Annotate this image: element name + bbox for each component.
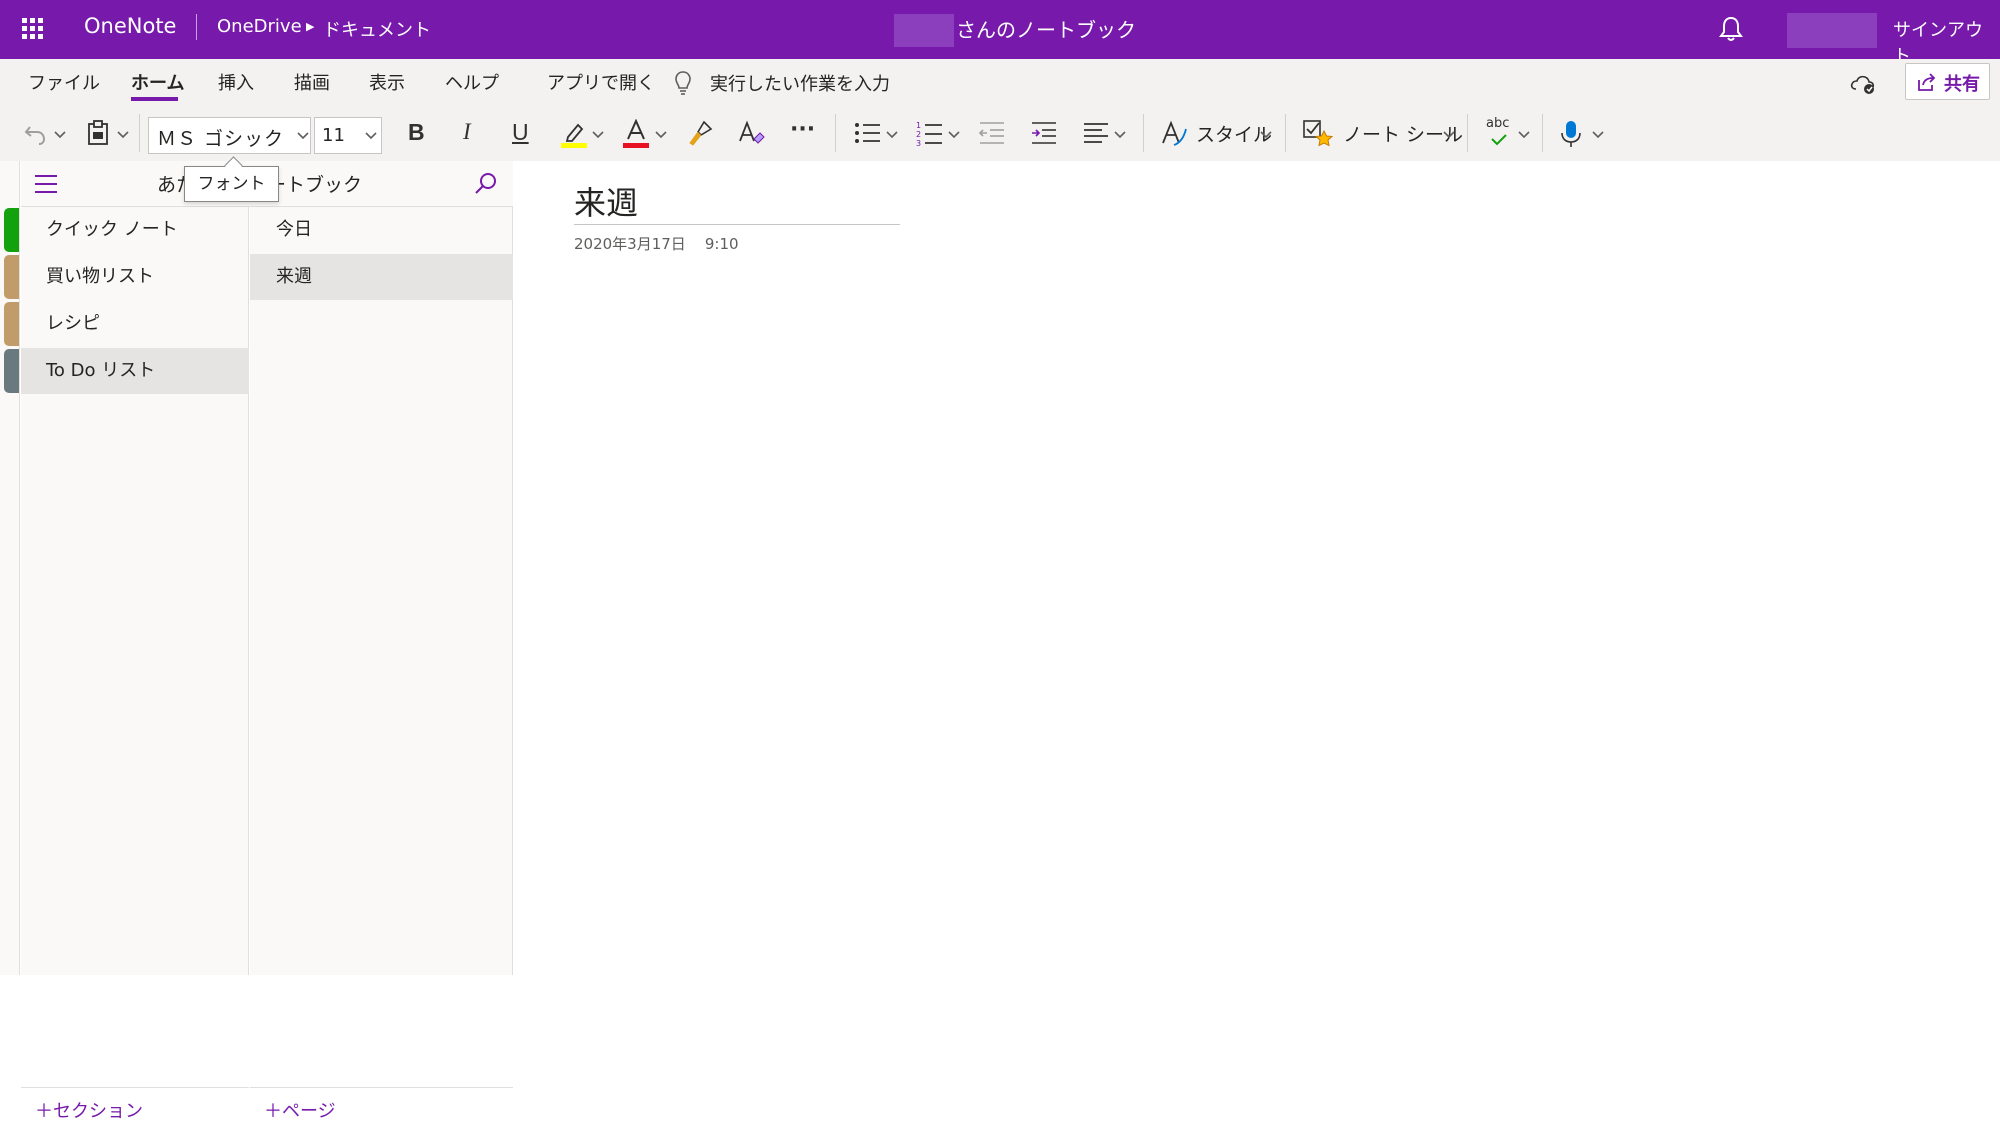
divider: [1285, 114, 1286, 152]
pages-pane: 今日 来週 ＋ページ: [250, 161, 513, 1122]
chevron-down-icon[interactable]: [1114, 131, 1126, 139]
section-color-strip: [0, 161, 20, 975]
bell-icon[interactable]: [1716, 14, 1746, 44]
waffle-icon[interactable]: [22, 18, 44, 40]
spelling-check-icon: [1491, 134, 1507, 146]
page-time: 9:10: [704, 235, 739, 253]
chevron-down-icon: [297, 132, 309, 140]
divider: [139, 114, 140, 152]
tab-file[interactable]: ファイル: [28, 69, 100, 95]
add-section-button[interactable]: ＋セクション: [21, 1087, 249, 1136]
active-tab-indicator: [131, 97, 178, 101]
tell-me-search[interactable]: 実行したい作業を入力: [710, 70, 890, 96]
svg-text:2: 2: [916, 130, 921, 139]
font-tooltip: フォント: [184, 166, 279, 202]
svg-text:3: 3: [916, 139, 921, 147]
chevron-down-icon[interactable]: [948, 131, 960, 139]
font-color-icon[interactable]: [622, 119, 650, 149]
share-button[interactable]: 共有: [1905, 63, 1990, 100]
page-item-today[interactable]: 今日: [250, 207, 513, 253]
tag-icon[interactable]: [1302, 117, 1334, 149]
clear-format-icon[interactable]: [736, 119, 766, 147]
section-color-tab[interactable]: [4, 349, 19, 393]
sync-icon[interactable]: [1849, 69, 1877, 97]
font-name-select[interactable]: ＭＳ ゴシック: [148, 117, 311, 154]
font-size-select[interactable]: 11: [314, 117, 382, 154]
format-painter-icon[interactable]: [686, 119, 714, 147]
divider: [835, 114, 836, 152]
hamburger-icon[interactable]: [35, 175, 57, 193]
style-icon[interactable]: [1160, 119, 1188, 147]
bullets-icon[interactable]: [854, 121, 882, 145]
share-label: 共有: [1944, 74, 1980, 95]
section-item-quick-notes[interactable]: クイック ノート: [21, 207, 249, 253]
top-bar: OneNote OneDrive ▶ ドキュメント さんのノートブック サインア…: [0, 0, 2000, 67]
spelling-icon[interactable]: abc: [1486, 116, 1509, 131]
dictate-icon[interactable]: [1560, 119, 1582, 149]
page-datetime: 2020年3月17日 9:10: [574, 233, 739, 254]
chevron-down-icon[interactable]: [54, 131, 66, 139]
section-color-tab[interactable]: [4, 255, 19, 299]
font-size-value: 11: [322, 125, 345, 146]
breadcrumb-onedrive[interactable]: OneDrive: [217, 16, 302, 37]
add-page-button[interactable]: ＋ページ: [250, 1087, 513, 1136]
page-title[interactable]: 来週: [574, 178, 638, 224]
tab-home[interactable]: ホーム: [131, 69, 184, 95]
numbering-icon[interactable]: 1 2 3: [916, 119, 944, 147]
title-underline: [574, 224, 900, 225]
chevron-down-icon[interactable]: [655, 131, 667, 139]
tab-insert[interactable]: 挿入: [218, 69, 254, 95]
tab-draw[interactable]: 描画: [294, 69, 330, 95]
outdent-icon[interactable]: [978, 121, 1006, 145]
chevron-down-icon: [365, 132, 377, 140]
redacted-user-name: [894, 14, 954, 47]
section-item-recipes[interactable]: レシピ: [21, 301, 249, 347]
ribbon: ファイル ホーム 挿入 描画 表示 ヘルプ アプリで開く 実行したい作業を入力 …: [0, 59, 2000, 161]
breadcrumb-caret-icon: ▶: [306, 20, 315, 33]
divider: [1143, 114, 1144, 152]
chevron-down-icon[interactable]: [592, 131, 604, 139]
underline-button[interactable]: U: [512, 119, 529, 146]
notebook-title: さんのノートブック: [956, 18, 1136, 42]
more-button[interactable]: ···: [790, 117, 815, 142]
tab-view[interactable]: 表示: [369, 69, 405, 95]
chevron-down-icon[interactable]: [886, 131, 898, 139]
chevron-down-icon[interactable]: [1592, 131, 1604, 139]
chevron-down-icon[interactable]: [117, 131, 129, 139]
undo-icon[interactable]: [22, 121, 48, 147]
redacted-account: [1787, 13, 1877, 48]
divider: [1542, 114, 1543, 152]
page-item-next-week[interactable]: 来週: [250, 254, 513, 300]
section-item-todo[interactable]: To Do リスト: [21, 348, 249, 394]
share-icon: [1918, 73, 1936, 91]
paste-icon[interactable]: [86, 119, 110, 147]
breadcrumb-documents[interactable]: ドキュメント: [323, 16, 431, 42]
notebook-name-suffix: ートブック: [267, 174, 363, 196]
indent-icon[interactable]: [1030, 121, 1058, 145]
search-icon[interactable]: [473, 171, 499, 197]
chevron-down-icon[interactable]: [1260, 131, 1272, 139]
sections-pane: クイック ノート 買い物リスト レシピ To Do リスト ＋セクション: [21, 161, 249, 1122]
section-color-tab[interactable]: [4, 302, 19, 346]
align-icon[interactable]: [1083, 121, 1109, 145]
font-name-value: ＭＳ ゴシック: [157, 128, 285, 150]
highlight-icon[interactable]: [560, 119, 588, 149]
app-name[interactable]: OneNote: [84, 14, 176, 38]
divider: [196, 14, 197, 40]
bold-button[interactable]: B: [408, 119, 425, 146]
tab-help[interactable]: ヘルプ: [445, 69, 499, 95]
lightbulb-icon: [675, 71, 691, 95]
section-color-tab[interactable]: [4, 208, 19, 252]
svg-text:1: 1: [916, 121, 921, 130]
divider: [1467, 114, 1468, 152]
chevron-down-icon[interactable]: [1518, 131, 1530, 139]
section-item-shopping-list[interactable]: 買い物リスト: [21, 254, 249, 300]
chevron-down-icon[interactable]: [1443, 131, 1455, 139]
italic-button[interactable]: I: [463, 119, 471, 145]
page-date: 2020年3月17日: [574, 235, 686, 253]
tab-open-in-app[interactable]: アプリで開く: [547, 69, 655, 95]
